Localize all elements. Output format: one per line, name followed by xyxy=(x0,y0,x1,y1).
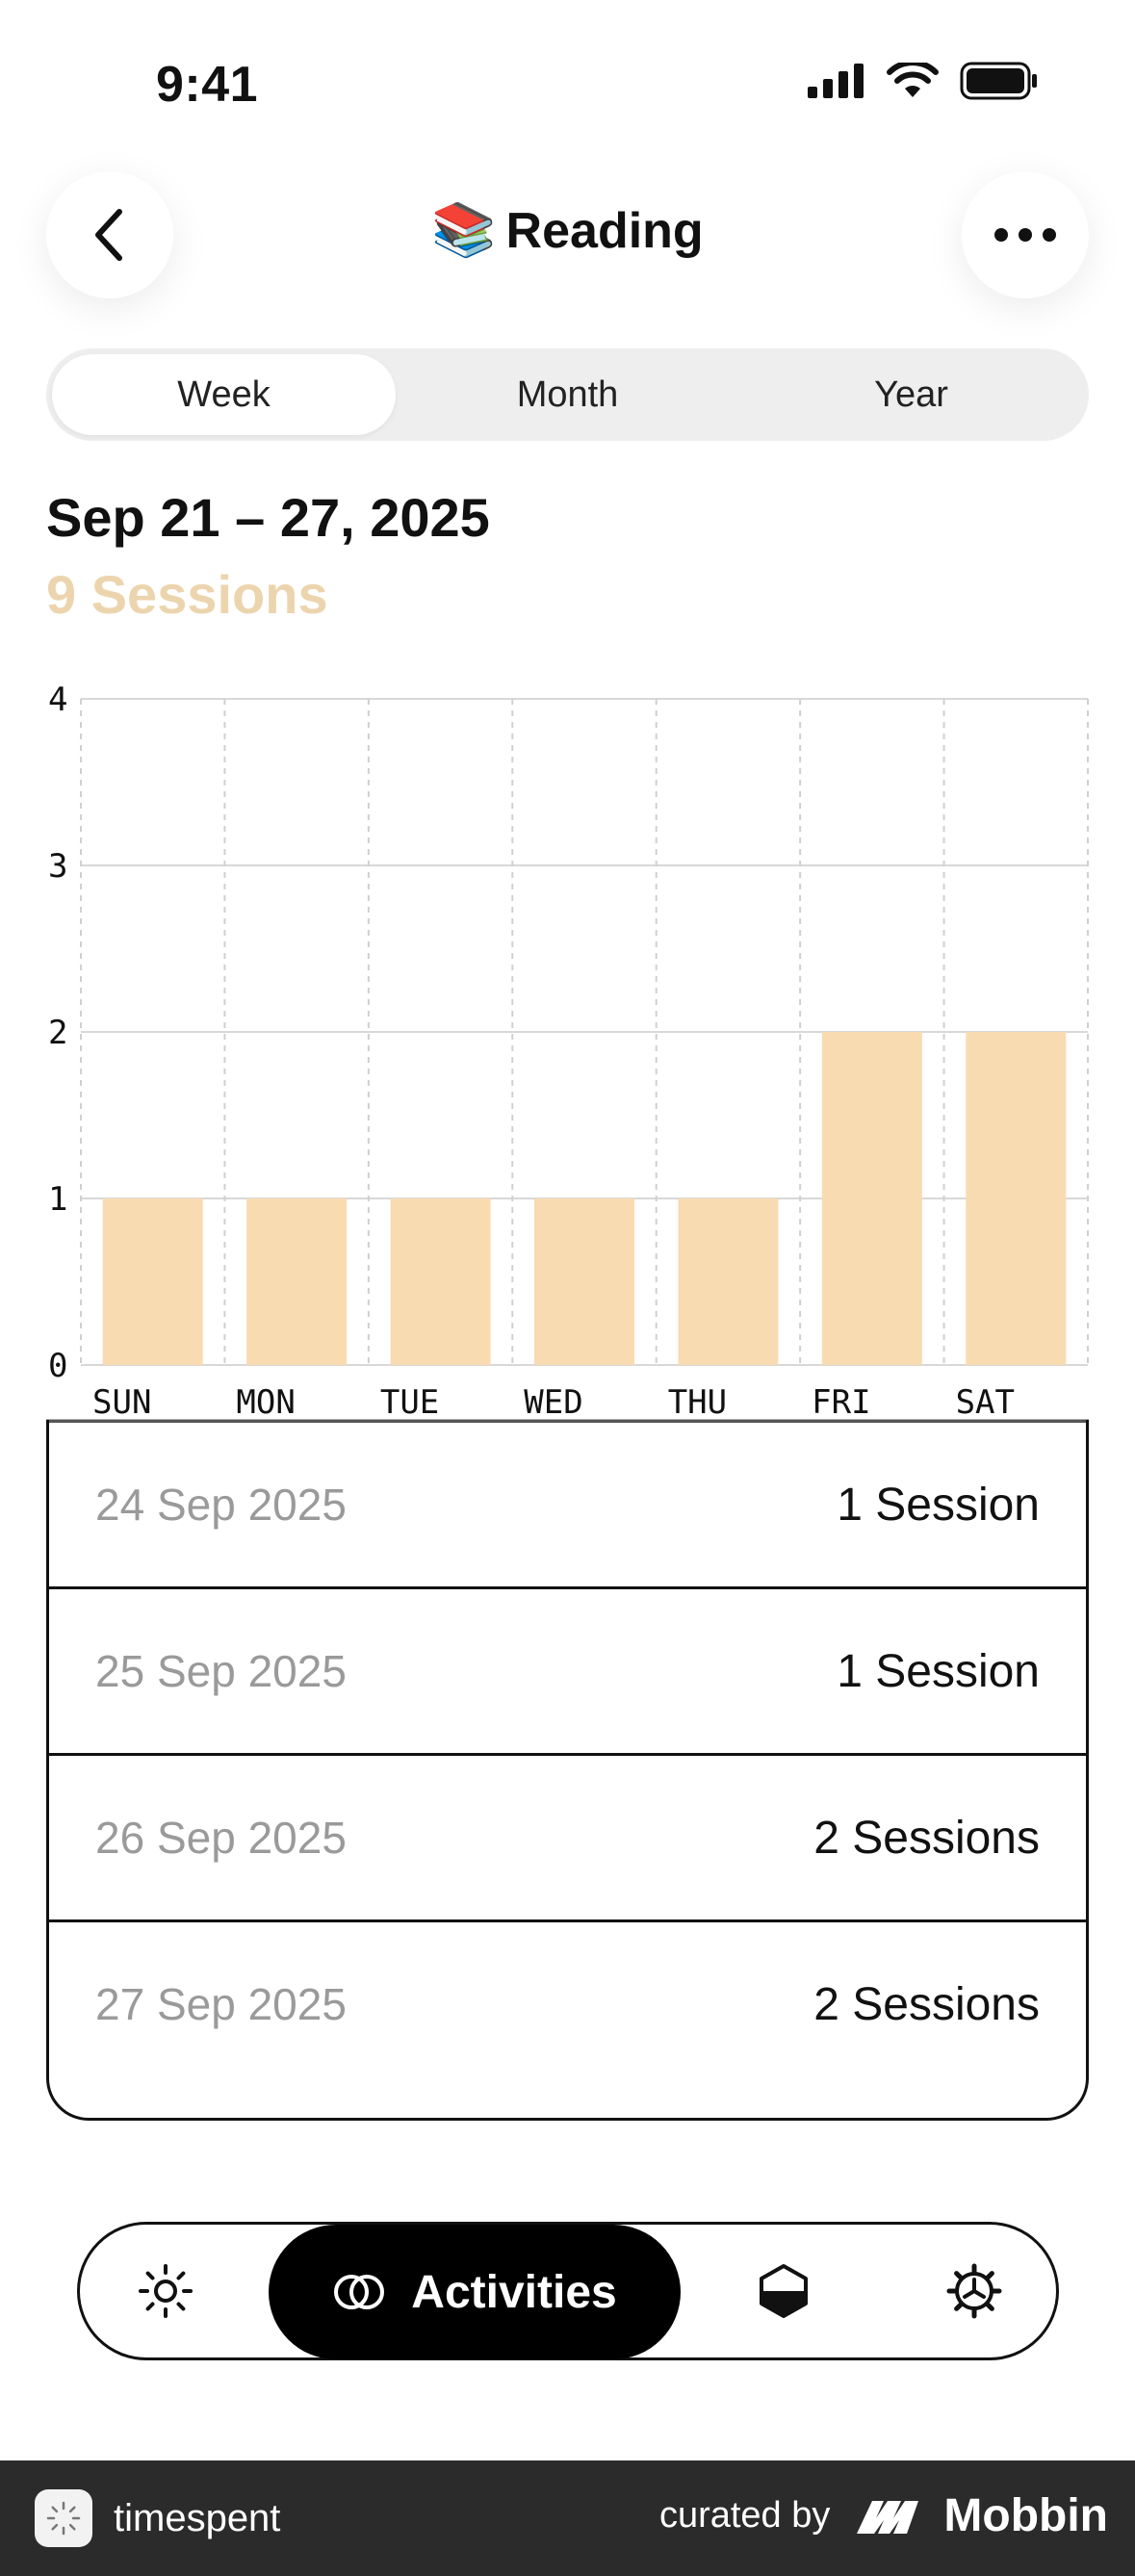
x-tick-label: MON xyxy=(236,1383,295,1422)
mobbin-logo-icon xyxy=(857,2500,919,2534)
x-tick-label: FRI xyxy=(812,1383,870,1422)
list-item-count: 1 Session xyxy=(837,1479,1040,1531)
mobbin-brand-text: Mobbin xyxy=(943,2490,1108,2541)
status-icons xyxy=(808,62,1039,100)
wifi-icon xyxy=(887,63,939,97)
footer-credit: curated by Mobbin xyxy=(659,2489,1108,2542)
list-item-date: 27 Sep 2025 xyxy=(95,1979,347,2029)
sun-icon xyxy=(139,2264,193,2318)
page-title-text: Reading xyxy=(505,203,704,259)
list-item-date: 24 Sep 2025 xyxy=(95,1480,347,1530)
hexagon-icon xyxy=(760,2264,808,2318)
y-tick-label: 3 xyxy=(48,847,67,886)
session-total: 9 Sessions xyxy=(46,564,328,625)
segment-year[interactable]: Year xyxy=(739,354,1083,435)
tab-settings[interactable] xyxy=(942,2259,1006,2323)
list-item-date: 25 Sep 2025 xyxy=(95,1646,347,1696)
y-tick-label: 2 xyxy=(48,1014,67,1052)
y-tick-label: 4 xyxy=(48,681,67,719)
gear-icon xyxy=(946,2263,1002,2319)
activities-icon xyxy=(334,2275,385,2309)
bar xyxy=(966,1032,1067,1365)
more-options-button[interactable] xyxy=(962,171,1089,298)
list-item-count: 1 Session xyxy=(837,1645,1040,1697)
list-item-date: 26 Sep 2025 xyxy=(95,1813,347,1863)
bar xyxy=(678,1198,779,1365)
ellipsis-icon xyxy=(994,228,1056,242)
tab-activities-label: Activities xyxy=(411,2266,617,2318)
footer-app: timespent xyxy=(35,2489,280,2547)
session-list: 24 Sep 2025 1 Session 25 Sep 2025 1 Sess… xyxy=(46,1420,1089,2121)
signal-icon xyxy=(808,64,864,98)
list-item[interactable]: 26 Sep 2025 2 Sessions xyxy=(49,1753,1086,1919)
segment-month[interactable]: Month xyxy=(396,354,739,435)
x-tick-label: SUN xyxy=(92,1383,151,1422)
bar xyxy=(390,1198,491,1365)
list-item[interactable]: 27 Sep 2025 2 Sessions xyxy=(49,1919,1086,2086)
bar xyxy=(246,1198,348,1365)
date-range-title: Sep 21 – 27, 2025 xyxy=(46,487,490,548)
tab-insights[interactable] xyxy=(752,2259,815,2323)
mobbin-brand: Mobbin xyxy=(855,2489,1108,2542)
status-time: 9:41 xyxy=(156,57,259,113)
y-tick-label: 1 xyxy=(48,1180,67,1219)
x-tick-label: TUE xyxy=(380,1383,439,1422)
app-logo-icon xyxy=(35,2489,92,2547)
x-tick-label: WED xyxy=(524,1383,582,1422)
footer-app-name: timespent xyxy=(114,2496,281,2539)
list-item-count: 2 Sessions xyxy=(813,1812,1040,1864)
y-tick-label: 0 xyxy=(48,1347,67,1385)
battery-icon xyxy=(960,62,1037,100)
tab-today[interactable] xyxy=(134,2259,197,2323)
list-item-count: 2 Sessions xyxy=(813,1978,1040,2030)
brand-footer: timespent curated by Mobbin xyxy=(0,2460,1135,2576)
bottom-tab-bar: Activities xyxy=(77,2222,1059,2360)
bar xyxy=(534,1198,634,1365)
tab-activities[interactable]: Activities xyxy=(269,2225,681,2359)
bar xyxy=(821,1032,922,1365)
curated-by-label: curated by xyxy=(658,2495,831,2536)
x-tick-label: THU xyxy=(668,1383,727,1422)
sessions-bar-chart: 0 1 2 3 4 SUN MON TUE WED THU FRI SAT xyxy=(46,681,1089,1423)
bar xyxy=(102,1198,203,1365)
segment-week[interactable]: Week xyxy=(52,354,396,435)
period-segmented-control: Week Month Year xyxy=(46,348,1089,441)
x-tick-label: SAT xyxy=(956,1383,1015,1422)
status-bar: 9:41 xyxy=(0,0,1135,164)
books-emoji-icon: 📚 xyxy=(431,201,497,259)
list-item[interactable]: 25 Sep 2025 1 Session xyxy=(49,1586,1086,1753)
list-item[interactable]: 24 Sep 2025 1 Session xyxy=(49,1420,1086,1586)
